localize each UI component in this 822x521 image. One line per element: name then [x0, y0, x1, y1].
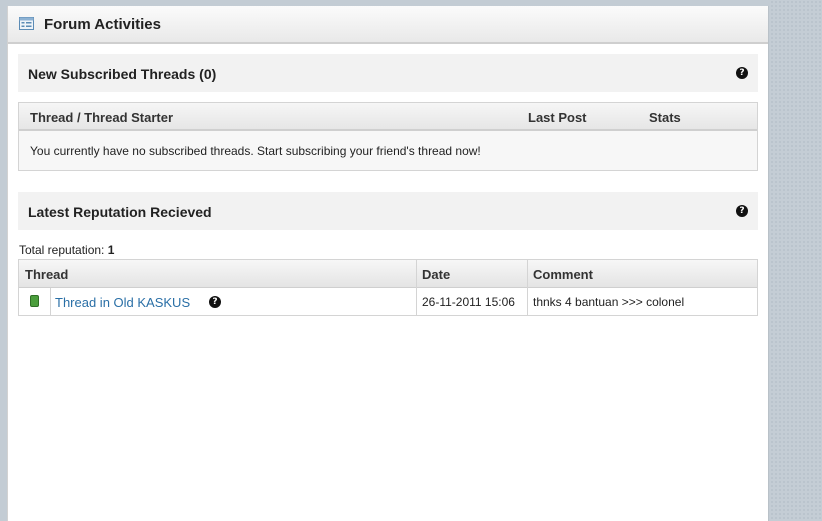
reputation-header: Latest Reputation Recieved ? — [18, 192, 758, 230]
reputation-date: 26-11-2011 15:06 — [422, 295, 515, 309]
list-panel-icon — [19, 17, 34, 30]
column-header-comment[interactable]: Comment — [533, 267, 593, 282]
subscribed-threads-table-header: Thread / Thread Starter Last Post Stats — [19, 103, 757, 131]
total-reputation-value: 1 — [107, 243, 115, 257]
reputation-table-header: Thread Date Comment — [19, 260, 757, 288]
reputation-title: Latest Reputation Recieved — [28, 204, 212, 220]
subscribed-threads-empty-message: You currently have no subscribed threads… — [30, 144, 481, 158]
column-header-last-post[interactable]: Last Post — [528, 110, 587, 125]
total-reputation: Total reputation: 1 — [19, 243, 114, 257]
total-reputation-label: Total reputation: — [19, 243, 108, 257]
positive-reputation-icon — [30, 295, 39, 307]
reputation-thread-link[interactable]: Thread in Old KASKUS — [55, 295, 190, 310]
panel-header: Forum Activities — [8, 6, 768, 44]
page-background-texture — [770, 0, 822, 521]
help-icon[interactable]: ? — [736, 205, 748, 217]
subscribed-threads-title: New Subscribed Threads (0) — [28, 66, 217, 82]
table-row: Thread in Old KASKUS ? 26-11-2011 15:06 … — [19, 288, 757, 315]
column-header-stats[interactable]: Stats — [649, 110, 681, 125]
column-header-thread-starter[interactable]: Thread / Thread Starter — [30, 110, 173, 125]
help-icon[interactable]: ? — [736, 67, 748, 79]
forum-activities-panel: Forum Activities New Subscribed Threads … — [7, 6, 769, 521]
column-header-date[interactable]: Date — [422, 267, 450, 282]
help-icon[interactable]: ? — [209, 296, 221, 308]
subscribed-threads-header: New Subscribed Threads (0) ? — [18, 54, 758, 92]
subscribed-threads-table: Thread / Thread Starter Last Post Stats … — [18, 102, 758, 171]
reputation-table: Thread Date Comment Thread in Old KASKUS… — [18, 259, 758, 316]
reputation-comment: thnks 4 bantuan >>> colonel — [533, 295, 685, 309]
panel-title: Forum Activities — [44, 16, 161, 33]
column-header-thread[interactable]: Thread — [25, 267, 68, 282]
